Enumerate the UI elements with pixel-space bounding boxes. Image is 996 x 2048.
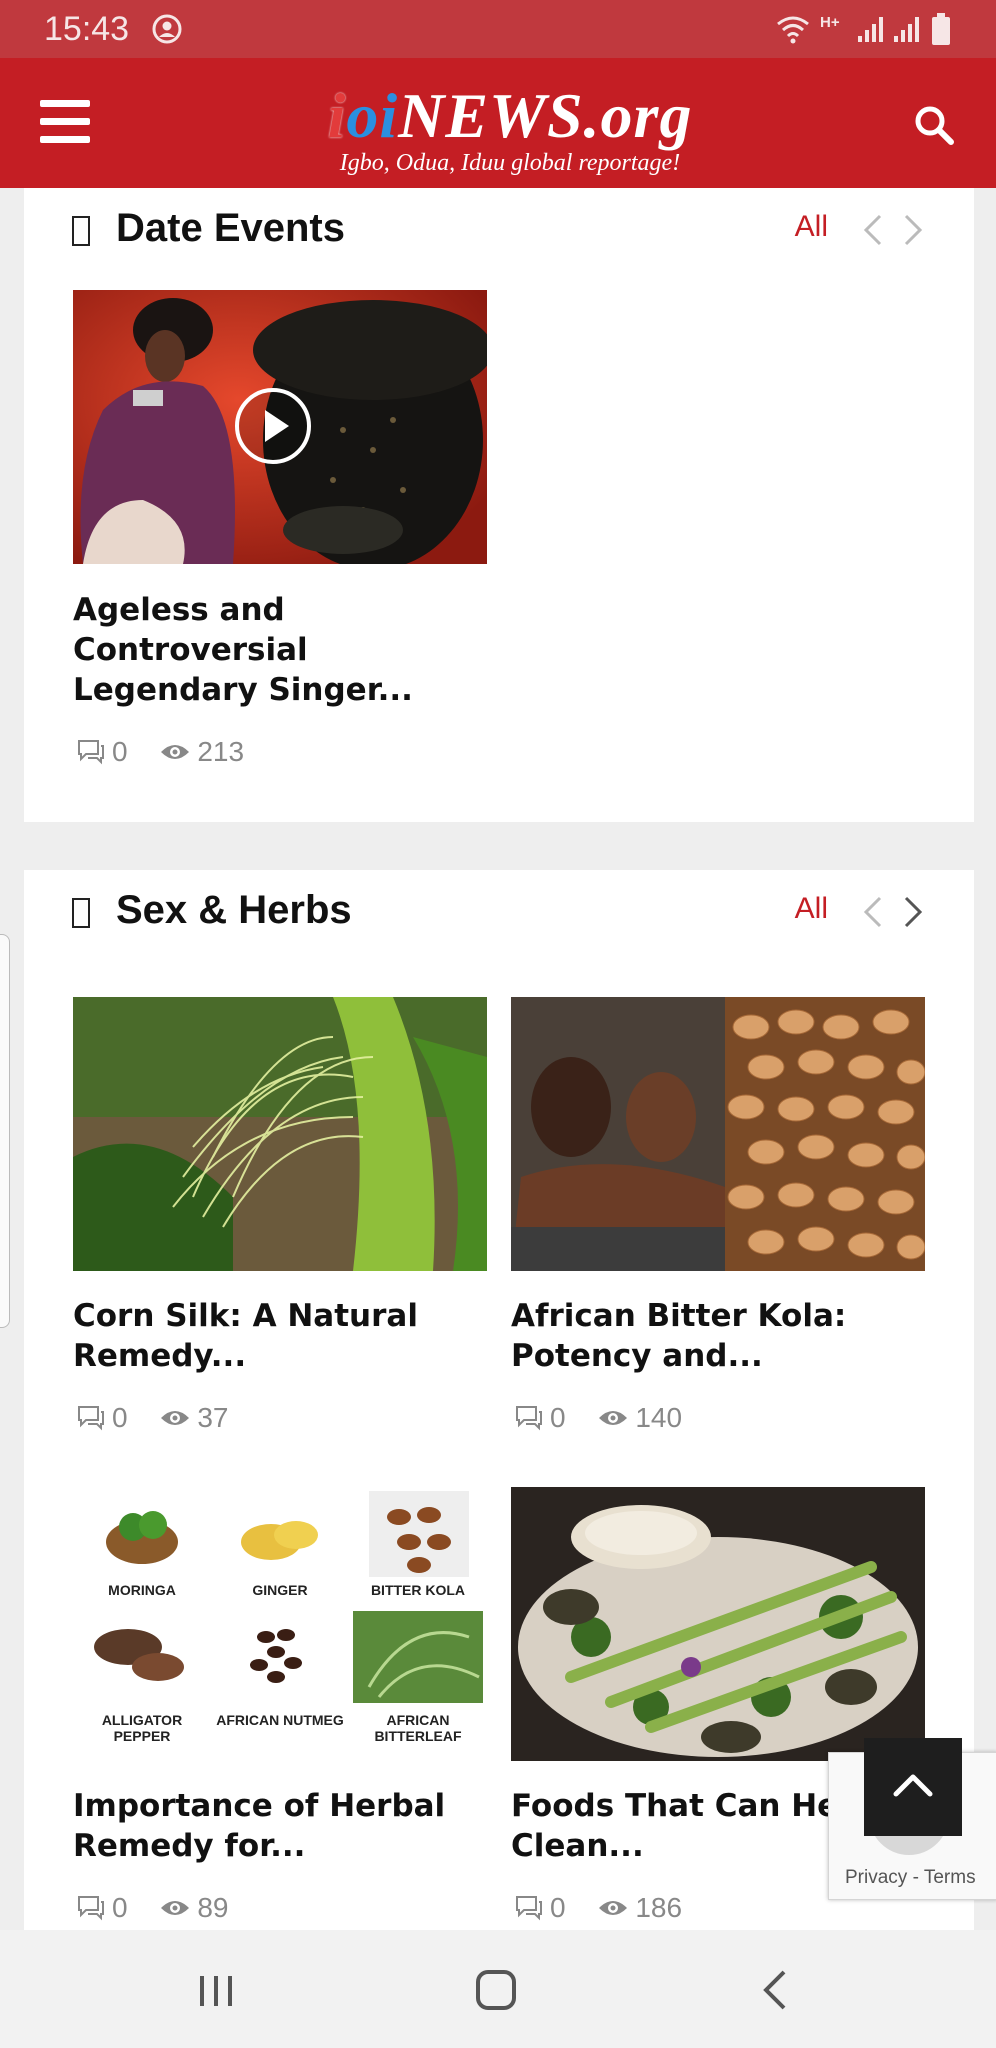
- view-all-link[interactable]: All: [795, 892, 828, 926]
- post-meta: 0 213: [76, 734, 268, 767]
- site-tagline: Igbo, Odua, Iduu global reportage!: [339, 150, 681, 176]
- herb-item: MORINGA: [73, 1487, 211, 1607]
- signal-icon-2: [894, 17, 919, 42]
- side-drawer-handle[interactable]: [0, 934, 10, 1328]
- back-icon[interactable]: [746, 1962, 806, 2018]
- post-meta: 0 37: [76, 1400, 253, 1433]
- site-logo[interactable]: ioiNEWS.org Igbo, Odua, Iduu global repo…: [270, 84, 750, 180]
- section-title: Date Events: [116, 206, 345, 250]
- comment-count: 0: [112, 1891, 128, 1923]
- herb-item: ALLIGATOR PEPPER: [73, 1607, 211, 1761]
- wifi-icon: [777, 16, 809, 44]
- comment-icon: [78, 739, 104, 765]
- chevron-right-icon[interactable]: [900, 894, 926, 930]
- status-time: 15:43: [44, 10, 130, 48]
- network-type: H+: [820, 14, 840, 31]
- herb-label: MORINGA: [108, 1582, 176, 1598]
- view-all-link[interactable]: All: [795, 210, 828, 244]
- chevron-up-icon: [893, 1774, 933, 1797]
- privacy-link[interactable]: Privacy: [845, 1867, 907, 1888]
- post-title[interactable]: Importance of Herbal Remedy for...: [73, 1786, 493, 1866]
- comment-icon: [78, 1405, 104, 1431]
- post-thumbnail[interactable]: [73, 997, 487, 1271]
- herb-label: BITTER KOLA: [370, 1582, 466, 1598]
- play-icon[interactable]: [233, 386, 313, 466]
- post-title[interactable]: Corn Silk: A Natural Remedy...: [73, 1296, 493, 1376]
- eye-icon: [161, 1900, 190, 1915]
- search-icon[interactable]: [912, 103, 956, 147]
- comment-icon: [78, 1895, 104, 1921]
- herb-label: AFRICAN NUTMEG: [216, 1712, 344, 1728]
- post-meta: 0 186: [514, 1890, 706, 1923]
- post-meta: 0 89: [76, 1890, 253, 1923]
- view-count: 37: [197, 1401, 229, 1433]
- comment-count: 0: [112, 1401, 128, 1433]
- herb-item: AFRICAN BITTERLEAF: [349, 1607, 487, 1761]
- post-thumbnail[interactable]: [73, 290, 487, 564]
- link-separator: -: [907, 1867, 924, 1888]
- chevron-left-icon[interactable]: [860, 212, 886, 248]
- view-count: 89: [197, 1891, 229, 1923]
- section-icon: [72, 898, 90, 928]
- eye-icon: [599, 1900, 628, 1915]
- comment-count: 0: [112, 735, 128, 767]
- herb-item: AFRICAN NUTMEG: [211, 1607, 349, 1761]
- battery-icon: [932, 13, 950, 45]
- herb-label: AFRICAN BITTERLEAF: [374, 1712, 462, 1744]
- account-icon: [152, 14, 182, 44]
- system-nav-bar: [0, 1930, 996, 2048]
- post-thumbnail[interactable]: [511, 997, 925, 1271]
- menu-icon[interactable]: [40, 100, 90, 144]
- eye-icon: [161, 1410, 190, 1425]
- herb-item: BITTER KOLA: [349, 1487, 487, 1607]
- eye-icon: [161, 744, 190, 759]
- chevron-left-icon[interactable]: [860, 894, 886, 930]
- post-title[interactable]: African Bitter Kola: Potency and...: [511, 1296, 931, 1376]
- post-thumbnail[interactable]: MORINGA GINGER BITTER KOLA ALLIGATOR PEP…: [73, 1487, 487, 1761]
- comment-icon: [516, 1895, 542, 1921]
- post-thumbnail[interactable]: [511, 1487, 925, 1761]
- herb-label: ALLIGATOR PEPPER: [101, 1712, 183, 1744]
- eye-icon: [599, 1410, 628, 1425]
- logo-part-2: oi: [346, 80, 399, 151]
- chevron-right-icon[interactable]: [900, 212, 926, 248]
- view-count: 186: [635, 1891, 683, 1923]
- section-header: Date Events All: [72, 198, 926, 268]
- recent-apps-icon[interactable]: [186, 1962, 246, 2018]
- section-header: Sex & Herbs All: [72, 880, 926, 950]
- section-date-events: Date Events All Ageless and Controversia…: [24, 188, 974, 822]
- view-count: 213: [197, 735, 245, 767]
- signal-icon-1: [858, 17, 883, 42]
- logo-part-1: i: [327, 80, 347, 151]
- section-icon: [72, 216, 90, 246]
- comment-icon: [516, 1405, 542, 1431]
- section-title: Sex & Herbs: [116, 888, 352, 932]
- logo-part-3: NEWS.org: [398, 80, 693, 151]
- terms-link[interactable]: Terms: [924, 1867, 976, 1888]
- comment-count: 0: [550, 1401, 566, 1433]
- home-icon[interactable]: [466, 1962, 526, 2018]
- herb-item: GINGER: [211, 1487, 349, 1607]
- site-header: ioiNEWS.org Igbo, Odua, Iduu global repo…: [0, 58, 996, 188]
- post-title[interactable]: Ageless and Controversial Legendary Sing…: [73, 590, 493, 710]
- recaptcha-links: Privacy - Terms: [845, 1867, 976, 1889]
- herb-label: GINGER: [252, 1582, 308, 1598]
- back-to-top-button[interactable]: [864, 1738, 962, 1836]
- post-meta: 0 140: [514, 1400, 706, 1433]
- comment-count: 0: [550, 1891, 566, 1923]
- status-bar: 15:43 H+: [0, 0, 996, 58]
- view-count: 140: [635, 1401, 683, 1433]
